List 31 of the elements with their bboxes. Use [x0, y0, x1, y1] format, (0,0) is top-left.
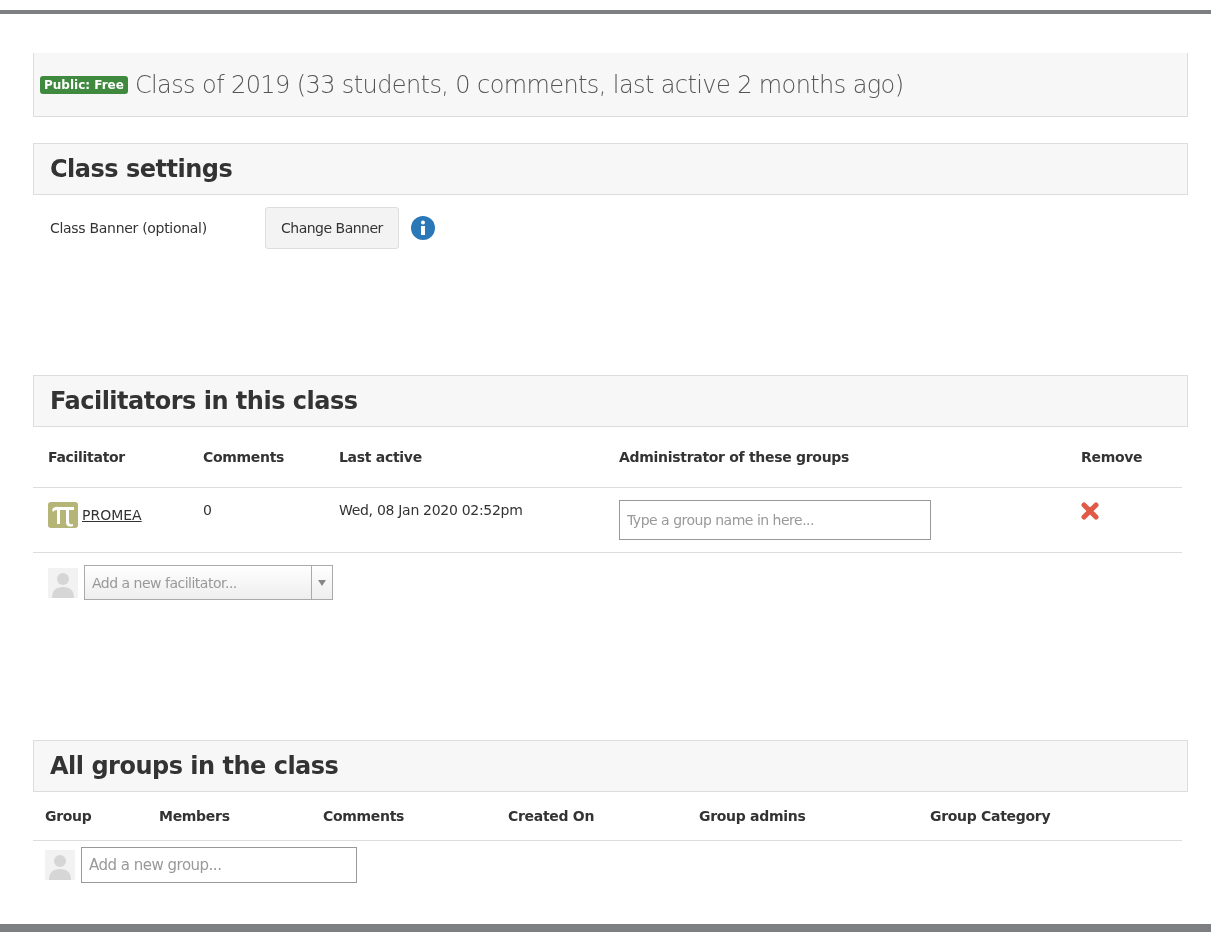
table-cell-text: 0	[203, 502, 213, 518]
info-icon[interactable]	[410, 216, 435, 240]
column-header: Members	[159, 808, 231, 824]
section-heading: Class settings	[50, 155, 233, 183]
section-heading: Facilitators in this class	[50, 387, 358, 415]
status-badge: Public: Free	[40, 75, 128, 94]
column-header: Comments	[203, 449, 286, 465]
column-header: Remove	[1081, 449, 1144, 465]
column-header: Facilitator	[48, 449, 126, 465]
caret-icon[interactable]	[318, 579, 326, 586]
facilitator-dropdown[interactable]: Add a new facilitator...	[84, 565, 311, 600]
column-header: Created On	[508, 808, 596, 824]
person-icon	[45, 850, 75, 880]
banner-label: Class Banner (optional)	[50, 220, 208, 236]
remove-icon[interactable]	[1081, 502, 1099, 520]
table-cell-text: Wed, 08 Jan 2020 02:52pm	[339, 502, 524, 518]
person-icon	[48, 567, 78, 598]
column-header: Administrator of these groups	[619, 449, 851, 465]
column-header: Group Category	[930, 808, 1052, 824]
new-group-field[interactable]: Add a new group...	[81, 847, 357, 883]
group-name-field[interactable]: Type a group name in here...	[619, 500, 931, 540]
column-header: Last active	[339, 449, 423, 465]
column-header: Group admins	[699, 808, 807, 824]
column-header: Comments	[323, 808, 406, 824]
class-title: Class of 2019 (33 students, 0 comments, last active 2 months ago)	[134, 70, 904, 99]
dropdown-toggle[interactable]	[311, 565, 333, 600]
change-banner-button[interactable]: Change Banner	[265, 207, 399, 249]
facilitator-link[interactable]: PROMEA	[82, 507, 142, 523]
section-heading: All groups in the class	[50, 752, 339, 780]
pi-logo-icon	[48, 502, 78, 528]
column-header: Group	[45, 808, 93, 824]
